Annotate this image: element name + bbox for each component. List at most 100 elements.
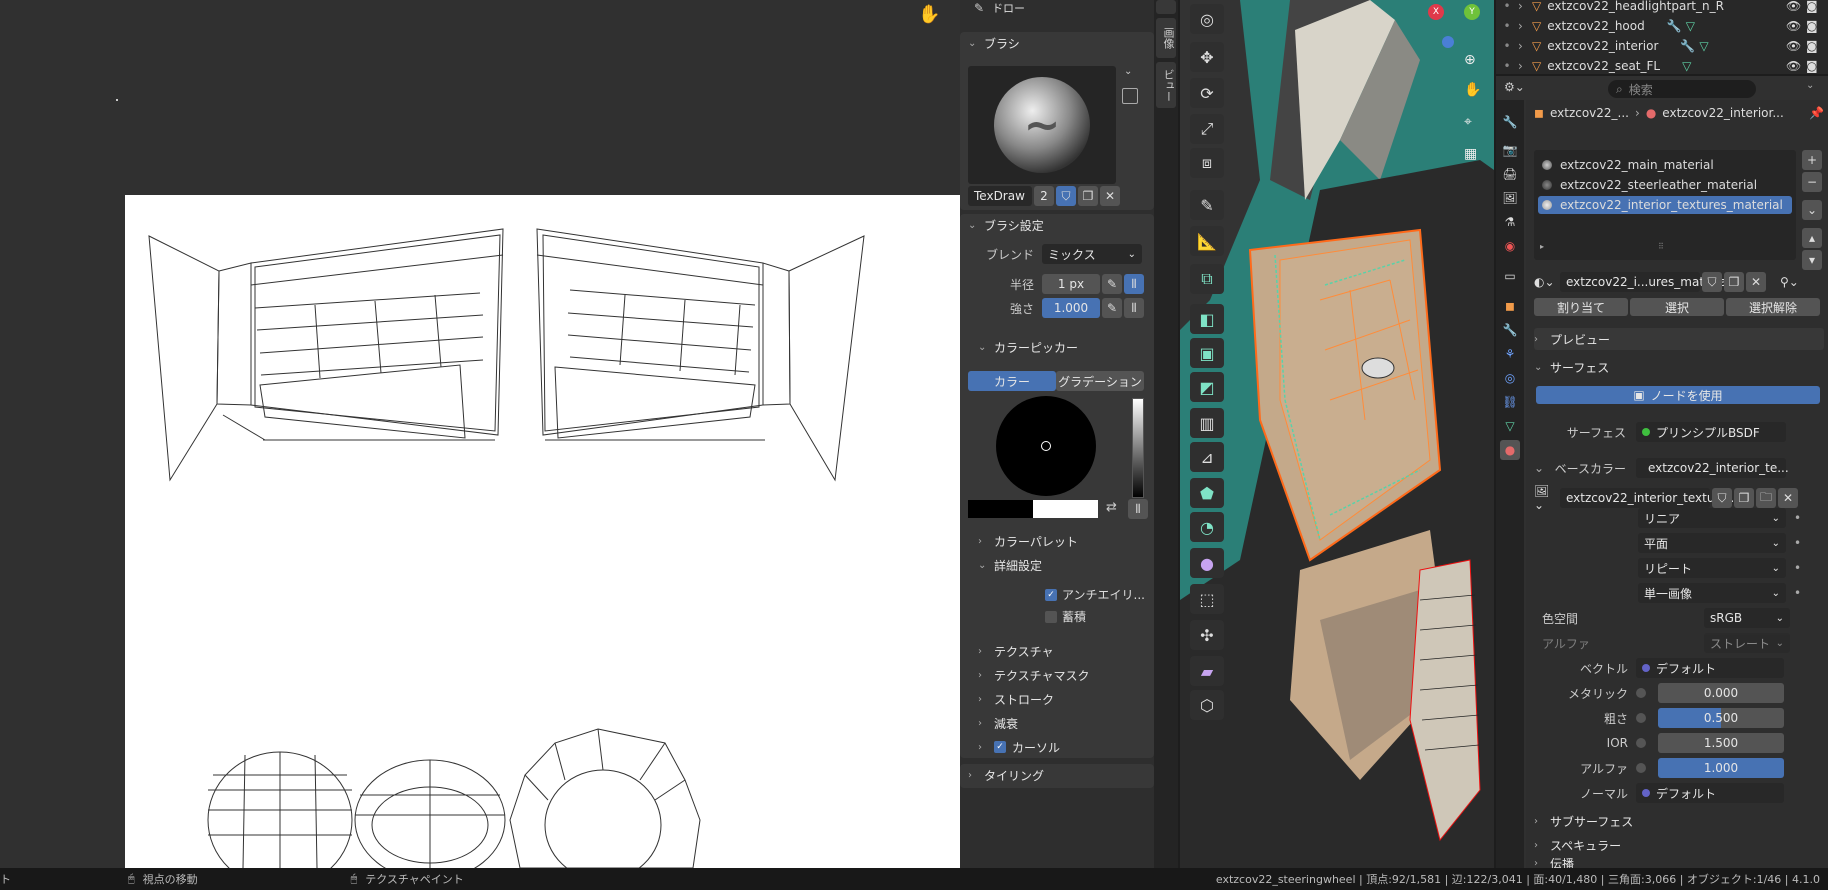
alpha-socket-icon[interactable] <box>1636 763 1646 773</box>
close-icon[interactable]: ✕ <box>1746 272 1766 292</box>
metallic-field[interactable]: 0.000 <box>1658 683 1784 703</box>
move-up-icon[interactable]: ▴ <box>1802 228 1822 248</box>
cursor-tool-icon[interactable]: ◎ <box>1190 4 1224 34</box>
color-swatches[interactable] <box>968 500 1098 518</box>
close-icon[interactable]: ✕ <box>1778 488 1798 508</box>
eye-icon[interactable]: 👁 <box>1786 0 1801 13</box>
data-tab-icon[interactable]: ▽ <box>1500 416 1520 436</box>
eye-icon[interactable]: 👁 <box>1786 19 1801 33</box>
preview-header[interactable]: › プレビュー <box>1534 328 1824 350</box>
texture-header[interactable]: › テクスチャ <box>970 640 1054 662</box>
ior-field[interactable]: 1.500 <box>1658 733 1784 753</box>
add-slot-icon[interactable]: + <box>1802 150 1822 170</box>
interpolation-select[interactable]: リニア ⌄ <box>1638 508 1786 528</box>
ior-socket-icon[interactable] <box>1636 738 1646 748</box>
fake-user-shield-icon[interactable]: ⛉ <box>1056 186 1076 206</box>
specular-header[interactable]: › スペキュラー <box>1534 834 1824 856</box>
move-tool-icon[interactable]: ✥ <box>1190 42 1224 72</box>
base-color-field[interactable]: extzcov22_interior_te... <box>1636 458 1789 478</box>
source-select[interactable]: 単一画像 ⌄ <box>1638 583 1786 603</box>
outliner-row[interactable]: • › ▽ extzcov22_headlightpart_n_R 👁 ◙ <box>1496 0 1828 16</box>
color-wheel-cursor[interactable] <box>1041 441 1051 451</box>
shrink-tool-icon[interactable]: ⬚ <box>1190 584 1224 614</box>
accumulate-checkbox[interactable] <box>1045 610 1057 623</box>
pin-icon[interactable]: 📌 <box>1809 106 1824 120</box>
image-name-field[interactable]: extzcov22_interior_texture... <box>1560 488 1738 508</box>
scale-tool-icon[interactable]: ⤢ <box>1190 114 1224 144</box>
modifier-tab-icon[interactable]: 🔧 <box>1500 320 1520 340</box>
vector-field[interactable]: デフォルト <box>1636 658 1784 678</box>
gizmo-z-axis[interactable] <box>1442 36 1454 48</box>
brush-dropdown-icon[interactable]: ⌄ <box>1124 66 1132 77</box>
material-browse-icon[interactable]: ◐⌄ <box>1534 275 1558 289</box>
surface-shader-field[interactable]: プリンシプルBSDF <box>1636 422 1786 442</box>
material-slot[interactable]: extzcov22_main_material <box>1538 156 1792 174</box>
bevel-tool-icon[interactable]: ◩ <box>1190 372 1224 402</box>
falloff-header[interactable]: › 減衰 <box>970 712 1018 734</box>
tiling-header[interactable]: › タイリング <box>960 764 1154 786</box>
loop-cut-tool-icon[interactable]: ▥ <box>1190 408 1224 438</box>
camera-icon[interactable]: ◙ <box>1806 59 1818 73</box>
material-slot-selected[interactable]: extzcov22_interior_textures_material <box>1538 196 1792 214</box>
deselect-button[interactable]: 選択解除 <box>1726 298 1820 316</box>
brush-thumbnail[interactable]: ~ <box>968 66 1116 184</box>
antialias-row[interactable]: ✓ アンチエイリ... <box>1045 586 1145 603</box>
eye-icon[interactable]: 👁 <box>1786 39 1801 53</box>
resize-handle[interactable]: ⠿ <box>1658 242 1664 251</box>
transform-tool-icon[interactable]: ⧈ <box>1190 148 1224 178</box>
material-slot-list[interactable]: extzcov22_main_material extzcov22_steerl… <box>1534 150 1796 260</box>
object-tab-icon[interactable]: ◼ <box>1500 296 1520 316</box>
surface-header[interactable]: ⌄ サーフェス <box>1534 356 1824 378</box>
color-picker-header[interactable]: ⌄ カラーピッカー <box>970 336 1078 358</box>
assign-button[interactable]: 割り当て <box>1534 298 1628 316</box>
unified-strength-icon[interactable]: ⫴ <box>1124 298 1144 318</box>
extension-select[interactable]: リピート ⌄ <box>1638 558 1786 578</box>
cursor-header[interactable]: › ✓ カーソル <box>970 736 1060 758</box>
link-filter-icon[interactable]: ⚲⌄ <box>1780 275 1799 289</box>
editor-type-icon[interactable]: ⚙⌄ <box>1504 80 1525 94</box>
value-slider[interactable] <box>1132 398 1144 498</box>
physics-tab-icon[interactable]: ◎ <box>1500 368 1520 388</box>
brush-panel-header[interactable]: ⌄ ブラシ <box>960 32 1154 54</box>
smooth-tool-icon[interactable]: ● <box>1190 548 1224 578</box>
annotate-tool-icon[interactable]: ✎ <box>1190 190 1224 220</box>
normal-field[interactable]: デフォルト <box>1636 783 1784 803</box>
subsurface-header[interactable]: › サブサーフェス <box>1534 810 1824 832</box>
pan-hand-icon[interactable]: ✋ <box>1464 82 1481 98</box>
alpha-field[interactable]: 1.000 <box>1658 758 1784 778</box>
chevron-down-icon[interactable]: ⌄ <box>1806 80 1814 91</box>
duplicate-icon[interactable]: ❐ <box>1734 488 1754 508</box>
world-tab-icon[interactable]: ◉ <box>1500 236 1520 256</box>
select-button[interactable]: 選択 <box>1630 298 1724 316</box>
use-nodes-button[interactable]: ▣ ノードを使用 <box>1536 386 1820 404</box>
advanced-header[interactable]: ⌄ 詳細設定 <box>970 554 1042 576</box>
render-tab-icon[interactable]: 📷 <box>1500 140 1520 160</box>
camera-icon[interactable]: ◙ <box>1806 19 1818 33</box>
material-tab-icon[interactable]: ● <box>1500 440 1520 460</box>
color-palette-header[interactable]: › カラーパレット <box>970 530 1078 552</box>
duplicate-icon[interactable]: ❐ <box>1724 272 1744 292</box>
fake-user-shield-icon[interactable]: ⛉ <box>1702 272 1722 292</box>
tab-color[interactable]: カラー <box>968 371 1056 391</box>
outliner-row[interactable]: • › ▽ extzcov22_hood 🔧 ▽ 👁 ◙ <box>1496 16 1828 36</box>
pen-pressure-icon[interactable]: ✎ <box>1102 274 1122 294</box>
output-tab-icon[interactable]: 🖨 <box>1500 164 1520 184</box>
unified-color-icon[interactable]: ⫴ <box>1128 499 1148 519</box>
camera-icon[interactable]: ⌖ <box>1464 114 1472 130</box>
gizmo-y-axis[interactable]: Y <box>1464 4 1480 20</box>
swap-colors-icon[interactable]: ⇄ <box>1106 500 1117 515</box>
material-slot[interactable]: extzcov22_steerleather_material <box>1538 176 1792 194</box>
zoom-icon[interactable]: ⊕ <box>1464 52 1476 68</box>
unified-radius-icon[interactable]: ⫴ <box>1124 274 1144 294</box>
view-layer-tab-icon[interactable]: 🖼 <box>1500 188 1520 208</box>
spin-tool-icon[interactable]: ◔ <box>1190 512 1224 542</box>
fake-user-shield-icon[interactable]: ⛉ <box>1712 488 1732 508</box>
brush-name-field[interactable]: TexDraw <box>968 186 1032 206</box>
outliner-row[interactable]: • › ▽ extzcov22_seat_FL ▽ 👁 ◙ <box>1496 56 1828 76</box>
perspective-grid-icon[interactable]: ▦ <box>1464 146 1477 162</box>
shear-tool-icon[interactable]: ▰ <box>1190 656 1224 686</box>
roughness-socket-icon[interactable] <box>1636 713 1646 723</box>
stroke-header[interactable]: › ストローク <box>970 688 1054 710</box>
rotate-tool-icon[interactable]: ⟳ <box>1190 78 1224 108</box>
camera-icon[interactable]: ◙ <box>1806 0 1818 13</box>
